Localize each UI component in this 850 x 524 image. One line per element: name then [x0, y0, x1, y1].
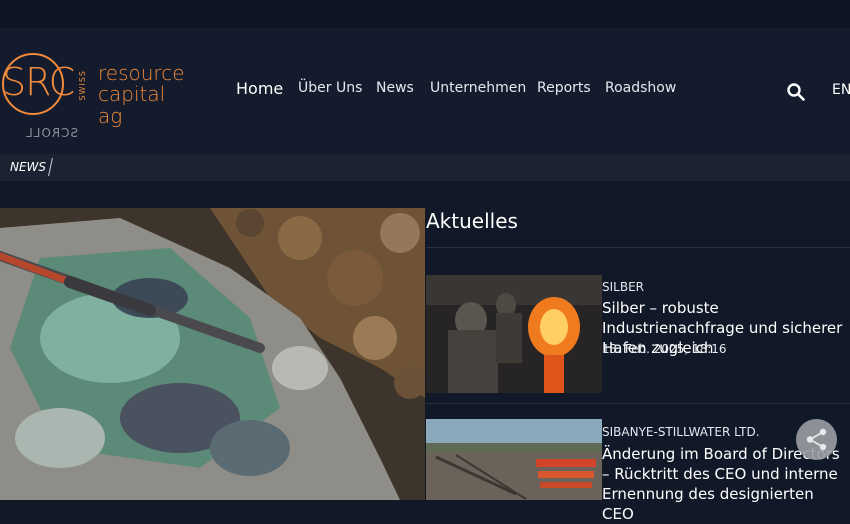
nav-item-unternehmen[interactable]: Unternehmen [430, 80, 526, 100]
divider [426, 403, 850, 404]
divider [426, 247, 850, 248]
news-thumbnail-art [426, 275, 602, 393]
logo[interactable]: SRC SWISS resource capital ag [0, 52, 190, 127]
news-thumbnail-art [426, 419, 602, 500]
nav-item-home[interactable]: Home [236, 79, 283, 99]
hero-image [0, 208, 425, 500]
language-switch[interactable]: EN [832, 82, 850, 98]
section-title: Aktuelles [426, 209, 518, 233]
news-category: SILBER [602, 280, 644, 294]
top-bar [0, 0, 850, 29]
nav-item-ueber-uns[interactable]: Über Uns [298, 80, 362, 100]
share-button[interactable] [796, 419, 837, 460]
news-category: SIBANYE-STILLWATER LTD. [602, 425, 760, 439]
nav-item-news[interactable]: News [376, 80, 414, 100]
news-thumbnail[interactable] [426, 275, 602, 393]
logo-swiss: SWISS [78, 70, 87, 101]
logo-line2: capital ag [98, 82, 166, 128]
news-date: 13. Feb. 2025, 18:16 [602, 342, 727, 356]
nav-item-roadshow[interactable]: Roadshow [605, 80, 676, 100]
scroll-label: SCROLL [25, 126, 79, 140]
share-icon [806, 428, 827, 451]
breadcrumb[interactable]: NEWS [10, 160, 46, 174]
hero-image-art [0, 208, 425, 500]
news-thumbnail[interactable] [426, 419, 602, 500]
nav-item-reports[interactable]: Reports [537, 80, 591, 100]
search-icon[interactable] [786, 82, 806, 102]
logo-mark: SRC [2, 60, 75, 104]
logo-line1: resource [98, 61, 185, 85]
breadcrumb-bar [0, 154, 850, 181]
